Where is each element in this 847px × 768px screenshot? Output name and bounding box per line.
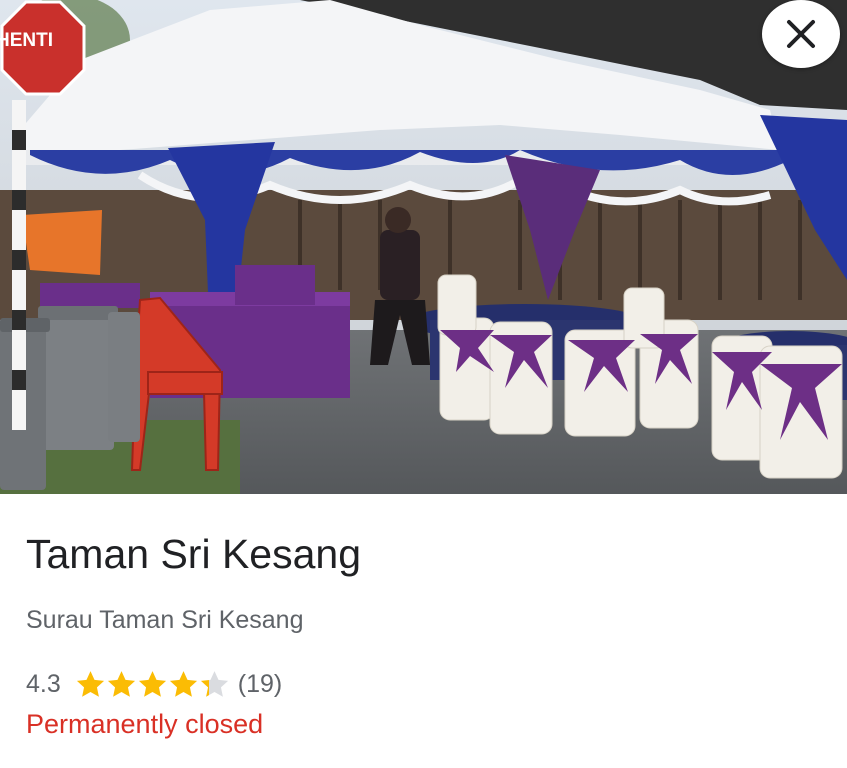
star-icon bbox=[138, 671, 166, 697]
star-icon bbox=[169, 671, 197, 697]
place-title: Taman Sri Kesang bbox=[26, 531, 362, 577]
review-count[interactable]: (19) bbox=[238, 670, 282, 699]
place-subtitle: Surau Taman Sri Kesang bbox=[26, 606, 304, 634]
rating-value: 4.3 bbox=[26, 669, 61, 698]
stop-sign-text: HENTI bbox=[0, 30, 53, 51]
star-icon bbox=[200, 671, 228, 697]
rating-row[interactable]: 4.3 (19) bbox=[26, 666, 282, 702]
close-button[interactable] bbox=[762, 0, 840, 68]
rating-stars bbox=[75, 669, 230, 699]
place-photo[interactable]: HENTI bbox=[0, 0, 847, 494]
place-card: HENTI Taman Sri Kesang Surau Taman Sri K… bbox=[0, 0, 847, 768]
photo-illustration bbox=[0, 0, 847, 494]
star-icon bbox=[76, 671, 104, 697]
star-icon bbox=[107, 671, 135, 697]
status-closed: Permanently closed bbox=[26, 709, 264, 739]
close-icon bbox=[787, 20, 815, 48]
